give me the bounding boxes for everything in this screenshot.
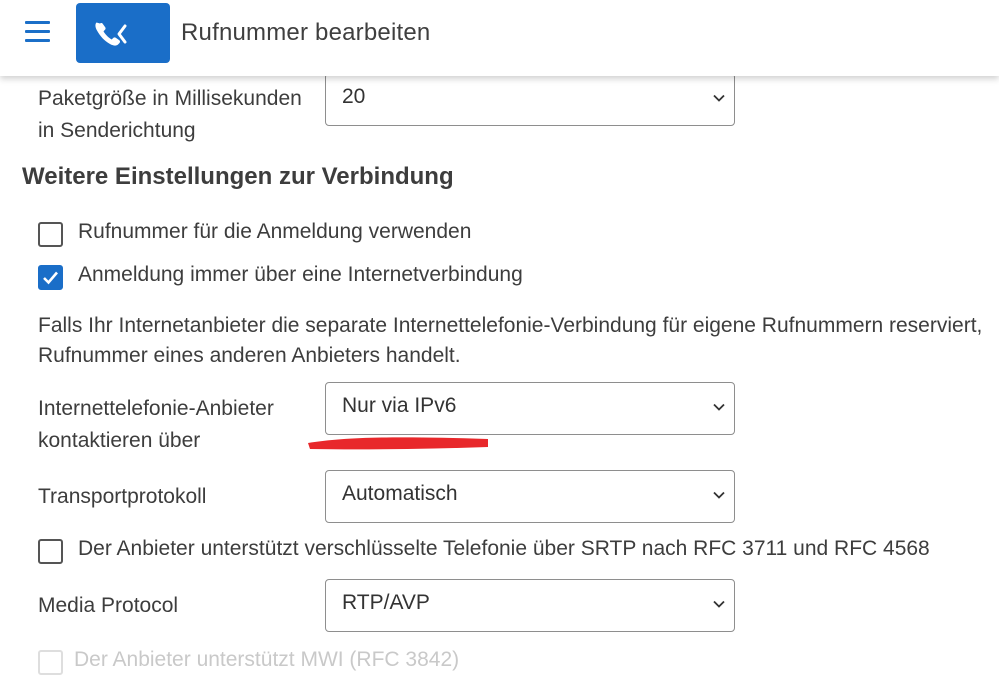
contact-via-select[interactable]: Nur via IPv6 <box>325 382 735 435</box>
media-protocol-select[interactable]: RTP/AVP <box>325 579 735 632</box>
transport-value: Automatisch <box>342 482 458 505</box>
hamburger-menu-icon[interactable] <box>22 18 54 46</box>
phone-icon <box>95 22 121 46</box>
mwi-label: Der Anbieter unterstützt MWI (RFC 3842) <box>74 648 460 671</box>
transport-select[interactable]: Automatisch <box>325 470 735 523</box>
packet-size-select[interactable]: 20 <box>325 73 735 126</box>
transport-label: Transportprotokoll <box>38 485 207 508</box>
media-protocol-label: Media Protocol <box>38 594 179 617</box>
always-internet-checkbox[interactable] <box>38 265 63 290</box>
chevron-down-icon <box>713 491 725 499</box>
contact-via-value: Nur via IPv6 <box>342 394 457 417</box>
back-button[interactable] <box>76 3 170 63</box>
srtp-checkbox[interactable] <box>38 539 63 564</box>
chevron-down-icon <box>713 403 725 411</box>
packet-size-label-line1: Paketgröße in Millisekunden <box>38 87 302 110</box>
packet-size-label-line2: in Senderichtung <box>38 119 196 142</box>
info-line2: Rufnummer eines anderen Anbieters handel… <box>38 344 461 367</box>
mwi-checkbox[interactable] <box>38 650 63 675</box>
chevron-down-icon <box>713 600 725 608</box>
use-number-login-checkbox[interactable] <box>38 222 63 247</box>
media-protocol-value: RTP/AVP <box>342 591 430 614</box>
section-heading: Weitere Einstellungen zur Verbindung <box>22 163 454 190</box>
info-line1: Falls Ihr Internetanbieter die separate … <box>38 314 983 337</box>
page-title: Rufnummer bearbeiten <box>181 19 431 46</box>
contact-via-label-line2: kontaktieren über <box>38 429 201 452</box>
packet-size-label: Paketgröße in Millisekunden in Senderich… <box>38 83 302 147</box>
srtp-label: Der Anbieter unterstützt verschlüsselte … <box>78 537 930 560</box>
red-underline-annotation <box>308 437 488 450</box>
checkmark-icon <box>43 271 58 285</box>
contact-via-label: Internettelefonie-Anbieter kontaktieren … <box>38 393 274 457</box>
always-internet-label: Anmeldung immer über eine Internetverbin… <box>78 263 523 286</box>
top-bar: Rufnummer bearbeiten <box>0 0 999 76</box>
chevron-down-icon <box>713 94 725 102</box>
use-number-login-label: Rufnummer für die Anmeldung verwenden <box>78 220 472 243</box>
contact-via-label-line1: Internettelefonie-Anbieter <box>38 397 274 420</box>
packet-size-value: 20 <box>342 85 366 108</box>
info-text: Falls Ihr Internetanbieter die separate … <box>38 311 982 371</box>
